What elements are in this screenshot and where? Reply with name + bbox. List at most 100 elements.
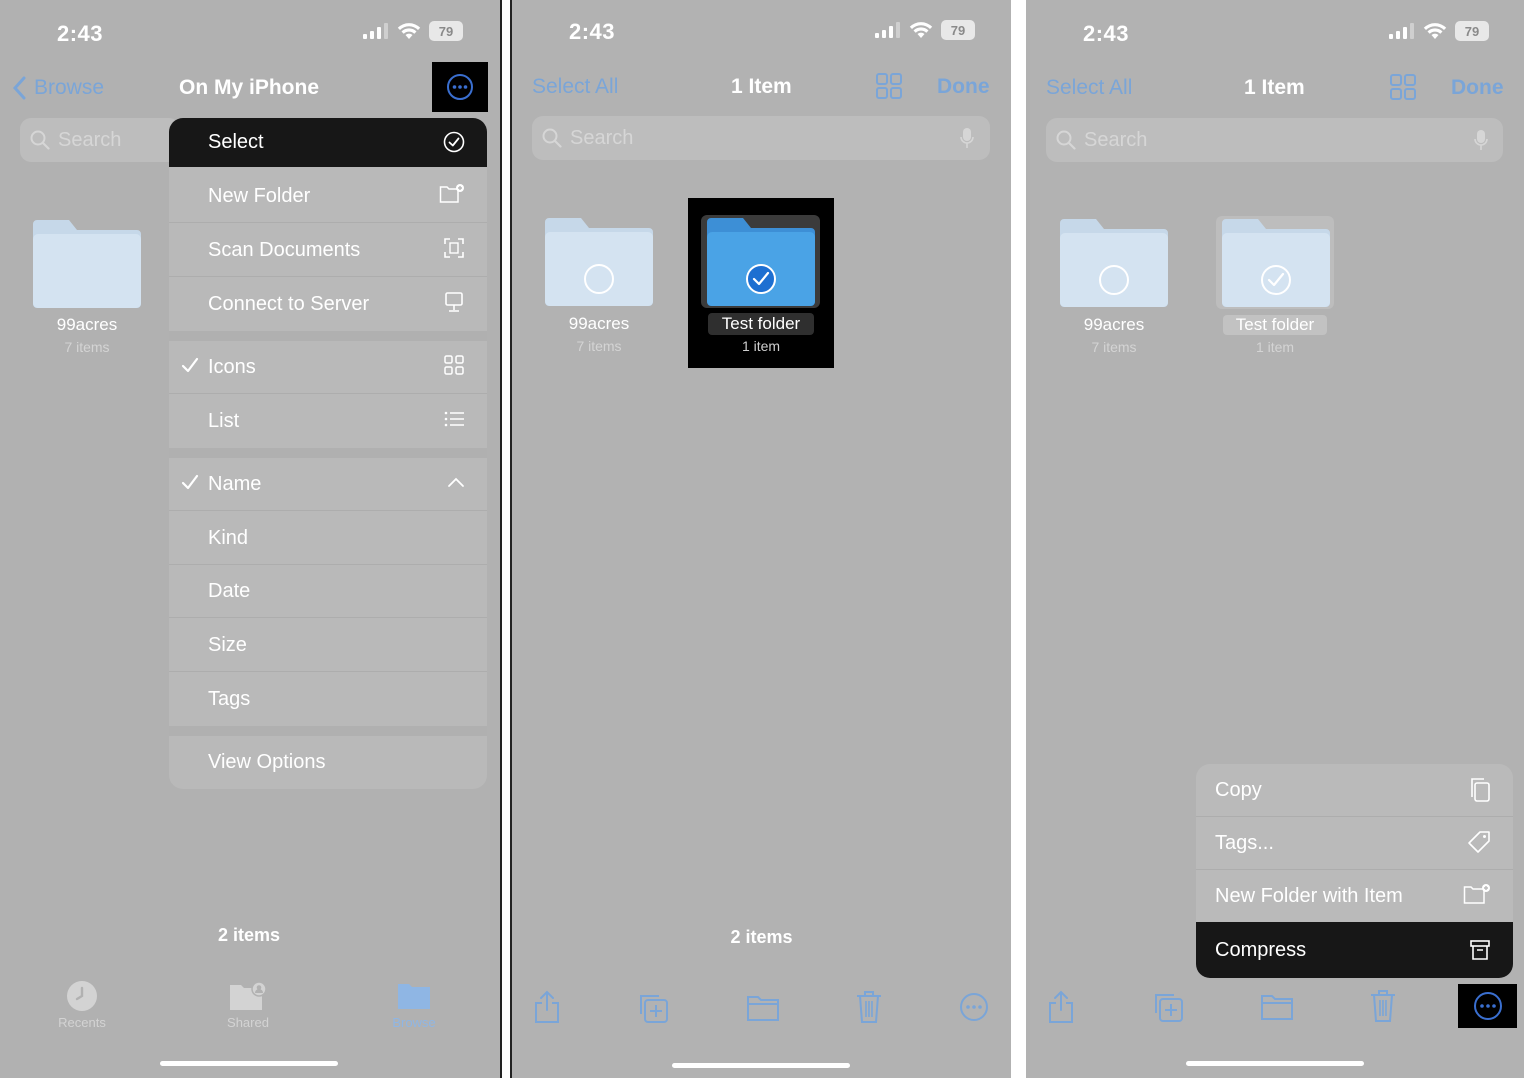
more-actions-button[interactable] [1458,984,1517,1028]
menu-item-label: Tags [208,688,251,710]
select-all-button[interactable]: Select All [1046,76,1132,100]
search-placeholder: Search [1084,128,1148,151]
menu-item-view-options[interactable]: View Options [169,736,487,789]
back-button[interactable]: Browse [12,76,104,100]
folder-move-icon[interactable] [1260,993,1294,1021]
menu-item-label: View Options [208,751,326,773]
folder-test-folder-selected[interactable]: Test folder 1 item [688,198,834,368]
tab-browse[interactable]: Browse [384,980,444,1030]
folder-fill-icon [398,984,430,1009]
home-indicator [672,1063,850,1068]
menu-item-label: Compress [1215,938,1307,961]
grid-icon[interactable] [1390,74,1416,100]
search-icon [30,130,50,150]
duplicate-icon[interactable] [637,992,669,1024]
share-icon[interactable] [534,990,560,1024]
status-icons: 79 [363,21,463,41]
home-indicator [160,1061,338,1066]
status-time: 2:43 [569,19,616,44]
folder-item-count: 1 item [1255,339,1295,355]
search-field[interactable]: Search [1046,118,1503,162]
menu-item-tags[interactable]: Tags... [1196,817,1513,870]
menu-item-sort-size[interactable]: Size [169,619,487,672]
trash-icon[interactable] [1370,989,1396,1023]
menu-separator [169,448,487,458]
copy-icon [1471,778,1490,802]
tab-label: Browse [392,1015,436,1030]
status-icons: 79 [875,20,975,40]
folder-icon [1060,219,1168,307]
cellular-signal-icon [875,22,900,38]
menu-item-label: Select [208,131,264,153]
folder-name: Test folder [1223,315,1327,335]
trash-icon[interactable] [856,990,882,1024]
menu-item-sort-name[interactable]: Name [169,458,487,511]
selection-title: 1 Item [731,75,792,98]
items-count: 2 items [730,927,793,947]
menu-item-compress[interactable]: Compress [1196,922,1513,978]
folder-test-folder-selected[interactable] [1222,219,1330,307]
status-time: 2:43 [1083,21,1130,46]
menu-item-connect-to-server[interactable]: Connect to Server [169,278,487,331]
folder-name: 99acres [56,315,118,334]
select-all-button[interactable]: Select All [532,75,618,99]
grid-icon[interactable] [876,73,902,99]
folder-99acres[interactable] [1060,219,1168,307]
folder-name: 99acres [1083,315,1145,334]
folder-icon [707,218,815,306]
menu-item-label: Icons [208,355,256,378]
done-button[interactable]: Done [937,75,990,99]
grid-icon [444,355,464,375]
menu-item-list[interactable]: List [169,395,487,448]
server-display-icon [445,292,463,312]
menu-item-select[interactable]: Select [169,118,487,167]
microphone-icon[interactable] [960,127,974,149]
files-panel-selection: 2:43 79 Select All 1 Item Done Search 99… [512,0,1011,1078]
battery-icon: 79 [941,20,975,40]
status-icons: 79 [1389,21,1489,41]
menu-item-scan-documents[interactable]: Scan Documents [169,224,487,277]
ellipsis-circle-icon [1473,992,1502,1020]
duplicate-icon[interactable] [1152,991,1184,1023]
more-options-menu: Select New Folder Scan Documents Connect… [169,118,487,789]
document-viewfinder-icon [444,238,464,258]
share-icon[interactable] [1048,990,1074,1024]
menu-item-sort-tags[interactable]: Tags [169,673,487,726]
chevron-up-icon [448,477,464,487]
tab-recents[interactable]: Recents [52,980,112,1030]
folder-name: Test folder [708,313,814,335]
actions-menu: Copy Tags... New Folder with Item Compre… [1196,764,1513,978]
menu-item-new-folder[interactable]: New Folder [169,170,487,223]
folder-name: 99acres [568,314,630,333]
menu-item-label: Connect to Server [208,293,370,315]
search-field[interactable]: Search [20,118,180,162]
wifi-icon [909,22,933,38]
wifi-icon [397,23,421,39]
more-options-button[interactable] [432,62,488,112]
menu-item-label: New Folder with Item [1215,885,1403,907]
checkmark-circle-icon [443,131,465,153]
folder-99acres[interactable] [33,220,141,308]
menu-item-label: Kind [208,526,249,549]
ellipsis-circle-icon[interactable] [959,992,989,1022]
list-icon [444,411,464,427]
folder-99acres[interactable] [545,218,653,306]
menu-item-sort-date[interactable]: Date [169,565,487,618]
menu-item-sort-kind[interactable]: Kind [169,512,487,565]
menu-item-new-folder-with-item[interactable]: New Folder with Item [1196,870,1513,923]
done-button[interactable]: Done [1451,76,1504,100]
folder-item-count: 7 items [1091,339,1137,355]
checkmark-icon [181,357,199,373]
folder-badge-plus-icon [439,184,464,203]
battery-icon: 79 [429,21,463,41]
tab-shared[interactable]: Shared [218,980,278,1030]
folder-icon [1222,219,1330,307]
search-field[interactable]: Search [532,116,990,160]
search-placeholder: Search [570,126,634,149]
menu-item-copy[interactable]: Copy [1196,764,1513,817]
menu-item-icons[interactable]: Icons [169,341,487,394]
folder-item-count: 7 items [576,338,622,354]
microphone-icon[interactable] [1474,129,1488,151]
folder-move-icon[interactable] [746,994,780,1022]
folder-item-count: 1 item [741,338,781,354]
